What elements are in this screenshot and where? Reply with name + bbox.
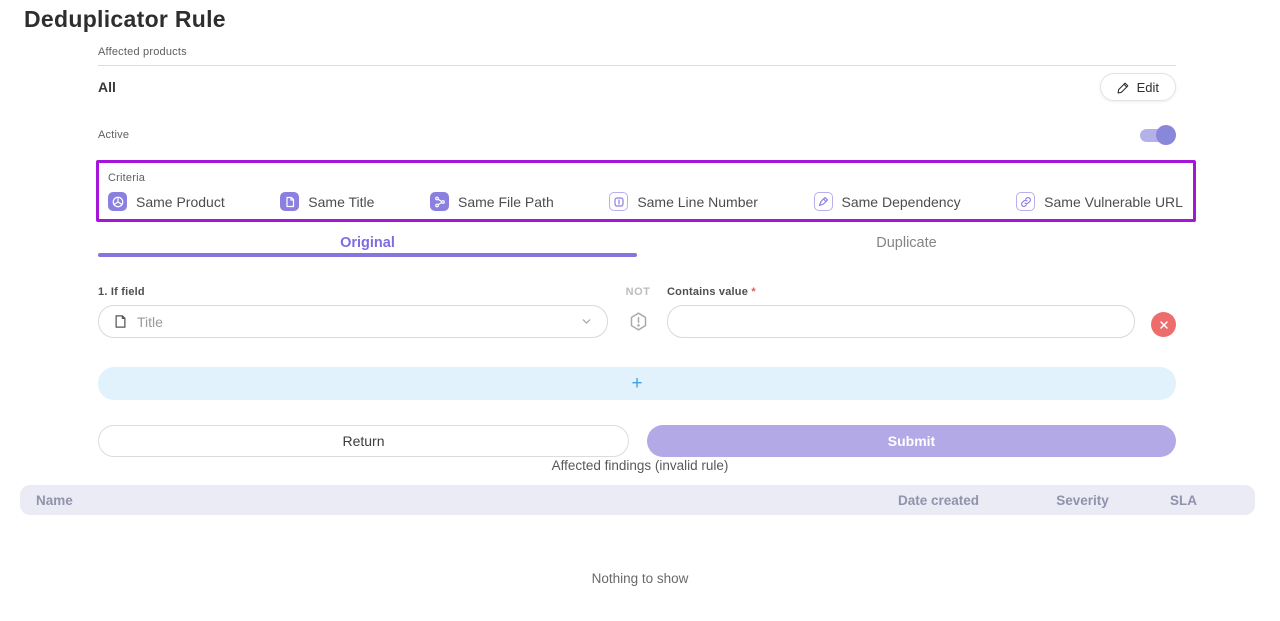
original-duplicate-tabs: Original Duplicate: [98, 229, 1176, 266]
active-label: Active: [98, 129, 129, 141]
line-number-icon: [609, 192, 628, 211]
criteria-item-label: Same Vulnerable URL: [1044, 194, 1183, 210]
not-toggle-icon[interactable]: [628, 305, 649, 338]
criteria-label: Criteria: [108, 172, 145, 184]
return-button[interactable]: Return: [98, 425, 629, 457]
criteria-item-label: Same Product: [136, 194, 225, 210]
toggle-knob: [1156, 125, 1176, 145]
contains-value-input[interactable]: [667, 305, 1135, 338]
rule-form: Affected products All Edit Active Criter…: [98, 42, 1176, 457]
rule-condition-row: 1. If field Title NOT Conta: [98, 286, 1176, 341]
criteria-same-product[interactable]: Same Product: [108, 192, 225, 211]
delete-row-column: [1135, 308, 1176, 341]
branch-icon: [430, 192, 449, 211]
if-field-column: 1. If field Title: [98, 286, 608, 338]
criteria-same-vulnerable-url[interactable]: Same Vulnerable URL: [1016, 192, 1183, 211]
submit-button[interactable]: Submit: [647, 425, 1176, 457]
page-title: Deduplicator Rule: [24, 6, 226, 33]
link-icon: [1016, 192, 1035, 211]
add-condition-bar[interactable]: +: [98, 367, 1176, 400]
criteria-same-title[interactable]: Same Title: [280, 192, 374, 211]
dependency-icon: [814, 192, 833, 211]
active-row: Active: [98, 126, 1176, 144]
findings-table-header: Name Date created Severity SLA: [20, 485, 1255, 515]
criteria-item-label: Same Title: [308, 194, 374, 210]
form-actions: Return Submit: [98, 425, 1176, 457]
tab-original[interactable]: Original: [98, 229, 637, 266]
chevron-down-icon: [580, 315, 593, 328]
active-toggle[interactable]: [1140, 126, 1176, 144]
criteria-item-label: Same Line Number: [637, 194, 758, 210]
edit-button-label: Edit: [1137, 80, 1159, 95]
required-asterisk: *: [751, 286, 755, 298]
not-column: NOT: [618, 286, 658, 338]
tab-duplicate[interactable]: Duplicate: [637, 229, 1176, 266]
criteria-item-label: Same Dependency: [842, 194, 961, 210]
empty-table-message: Nothing to show: [0, 571, 1280, 586]
criteria-same-line-number[interactable]: Same Line Number: [609, 192, 758, 211]
deduplicator-rule-page: Deduplicator Rule Affected products All …: [0, 0, 1280, 621]
column-header-sla: SLA: [1135, 493, 1197, 508]
pencil-icon: [1117, 81, 1130, 94]
criteria-same-file-path[interactable]: Same File Path: [430, 192, 554, 211]
field-select[interactable]: Title: [98, 305, 608, 338]
not-label: NOT: [626, 286, 651, 298]
document-icon: [280, 192, 299, 211]
tab-original-label: Original: [340, 235, 395, 251]
field-select-value: Title: [137, 314, 571, 330]
contains-value-label-text: Contains value: [667, 286, 748, 298]
field-document-icon: [113, 314, 128, 329]
contains-value-label: Contains value *: [667, 286, 1135, 298]
criteria-same-dependency[interactable]: Same Dependency: [814, 192, 961, 211]
column-header-severity: Severity: [1030, 493, 1135, 508]
delete-row-button[interactable]: [1151, 312, 1176, 337]
criteria-box: Criteria Same Product Same Title: [96, 160, 1196, 222]
criteria-item-label: Same File Path: [458, 194, 554, 210]
close-icon: [1158, 319, 1170, 331]
product-icon: [108, 192, 127, 211]
active-tab-indicator: [98, 253, 637, 257]
if-field-label: 1. If field: [98, 286, 608, 298]
affected-products-value: All: [98, 79, 116, 95]
edit-products-button[interactable]: Edit: [1100, 73, 1176, 101]
affected-products-label: Affected products: [98, 46, 187, 58]
criteria-items: Same Product Same Title Same File Path: [108, 192, 1183, 211]
tab-duplicate-label: Duplicate: [876, 235, 936, 251]
affected-products-row: All Edit: [98, 73, 1176, 101]
column-header-date-created: Date created: [898, 493, 1030, 508]
contains-value-column: Contains value *: [667, 286, 1135, 338]
plus-icon: +: [631, 374, 642, 393]
tab-underline-spacer: [637, 253, 1176, 257]
affected-findings-title: Affected findings (invalid rule): [0, 458, 1280, 473]
column-header-name: Name: [36, 493, 898, 508]
divider: [98, 65, 1176, 66]
